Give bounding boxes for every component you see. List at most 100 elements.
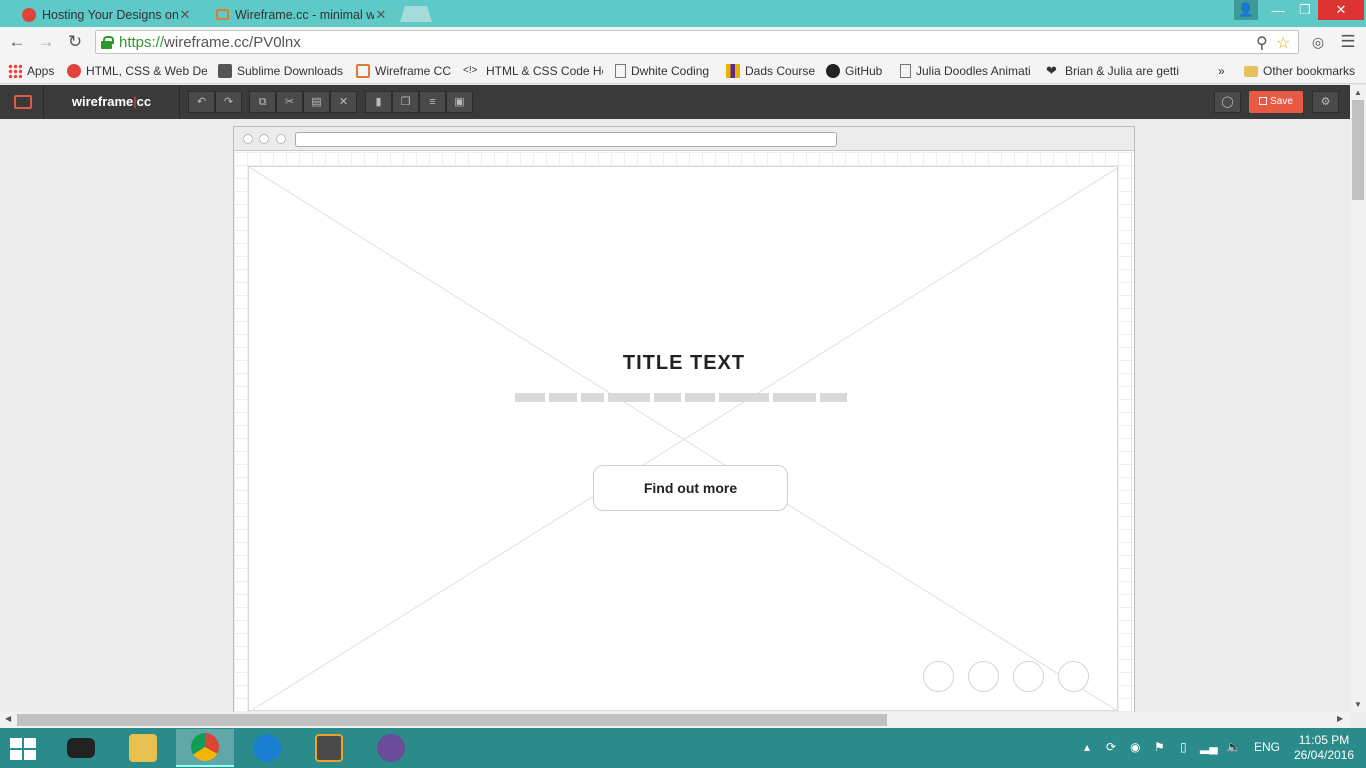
comment-button[interactable]: ◯: [1214, 91, 1241, 113]
vertical-scroll-thumb[interactable]: [1352, 100, 1364, 200]
heart-icon: ❤: [1046, 63, 1057, 78]
chrome-menu-icon[interactable]: ☰: [1336, 31, 1360, 53]
forward-icon[interactable]: →: [34, 31, 58, 53]
restore-button[interactable]: ❐: [1292, 0, 1318, 20]
scroll-down-arrow-icon[interactable]: ▼: [1350, 700, 1366, 709]
bookmark-html-css[interactable]: HTML, CSS & Web De: [67, 62, 207, 80]
volume-icon[interactable]: 🔈: [1226, 740, 1241, 754]
horizontal-scroll-thumb[interactable]: [17, 714, 887, 726]
bookmark-label: Julia Doodles Animati: [916, 64, 1031, 78]
reload-icon[interactable]: ↻: [63, 31, 87, 53]
circle-placeholder[interactable]: [1013, 661, 1044, 692]
user-profile-icon[interactable]: 👤: [1234, 0, 1258, 20]
image-placeholder[interactable]: TITLE TEXT Find out more: [248, 166, 1119, 712]
tab-wireframe[interactable]: Wireframe.cc - minimal w ✕: [200, 2, 398, 27]
system-clock[interactable]: 11:05 PM 26/04/2016: [1292, 733, 1356, 763]
bookmark-apps[interactable]: Apps: [8, 62, 54, 80]
align-button[interactable]: ≡: [419, 91, 446, 113]
url-scheme: https://: [119, 33, 165, 51]
close-tab-icon[interactable]: ✕: [374, 7, 388, 23]
folder-icon: [1244, 65, 1258, 77]
flag-tray-icon[interactable]: ⚑: [1154, 740, 1165, 754]
apps-grid-icon: [8, 64, 22, 78]
bookmarks-overflow-button[interactable]: »: [1218, 62, 1225, 80]
close-tab-icon[interactable]: ✕: [178, 7, 192, 23]
bookmark-label: Dads Course: [745, 64, 816, 78]
scroll-right-arrow-icon[interactable]: ▶: [1337, 714, 1343, 723]
paste-button[interactable]: ▤: [303, 91, 330, 113]
telstra-app-icon[interactable]: [238, 729, 296, 767]
delete-button[interactable]: ✕: [330, 91, 357, 113]
camera-app-icon[interactable]: [52, 729, 110, 767]
bookmark-code-help[interactable]: <!> HTML & CSS Code He: [463, 62, 603, 80]
page-icon: [900, 64, 911, 78]
settings-icon[interactable]: ⚙: [1312, 91, 1339, 113]
file-explorer-icon[interactable]: [114, 729, 172, 767]
bookmark-dads-course[interactable]: Dads Course: [726, 62, 815, 80]
save-label: Save: [1270, 96, 1293, 107]
back-icon[interactable]: ←: [5, 31, 29, 53]
chrome-taskbar-icon[interactable]: [176, 729, 234, 767]
circle-placeholder[interactable]: [1058, 661, 1089, 692]
circle-placeholder[interactable]: [923, 661, 954, 692]
lock-icon: [101, 36, 114, 49]
bookmark-github[interactable]: GitHub: [826, 62, 882, 80]
zoom-icon[interactable]: ⚲: [1256, 33, 1268, 53]
bookmark-label: Brian & Julia are getti: [1065, 64, 1180, 78]
find-out-more-button[interactable]: Find out more: [593, 465, 788, 511]
vertical-scrollbar[interactable]: ▲ ▼: [1350, 85, 1366, 712]
windows-taskbar: ▴ ⟳ ◉ ⚑ ▯ ▂▄ 🔈 ENG 11:05 PM 26/04/2016: [0, 728, 1366, 768]
github-desktop-icon[interactable]: [362, 729, 420, 767]
cut-button[interactable]: ✂: [276, 91, 303, 113]
wireframe-title[interactable]: TITLE TEXT: [249, 352, 1119, 375]
bookmark-label: Wireframe CC: [375, 64, 452, 78]
bookmark-label: GitHub: [845, 64, 883, 78]
tab-hosting-designs[interactable]: Hosting Your Designs on ✕: [6, 2, 202, 27]
scroll-up-arrow-icon[interactable]: ▲: [1350, 88, 1366, 97]
extension-icon[interactable]: ◎: [1306, 31, 1330, 53]
frame-dot: [243, 134, 253, 144]
group-button[interactable]: ▣: [446, 91, 473, 113]
redo-button[interactable]: ↷: [215, 91, 242, 113]
wireframe-icon: [356, 64, 370, 78]
arrange-button[interactable]: ❐: [392, 91, 419, 113]
bookmark-label: HTML, CSS & Web De: [86, 64, 207, 78]
minimize-button[interactable]: —: [1264, 0, 1292, 20]
circle-placeholder[interactable]: [968, 661, 999, 692]
address-bar-row: ← → ↻ https://wireframe.cc/PV0lnx ⚲ ☆ ◎ …: [0, 27, 1366, 58]
stencil-menu-button[interactable]: [0, 85, 44, 119]
network-sync-icon[interactable]: ⟳: [1106, 740, 1116, 754]
windows-start-icon[interactable]: [10, 738, 38, 760]
lock-button[interactable]: ▮: [365, 91, 392, 113]
canvas-workspace[interactable]: TITLE TEXT Find out more: [0, 119, 1350, 712]
battery-icon[interactable]: ▯: [1180, 740, 1187, 754]
sublime-text-icon[interactable]: [300, 729, 358, 767]
language-indicator[interactable]: ENG: [1254, 740, 1280, 754]
save-button[interactable]: Save: [1249, 91, 1303, 113]
url-input[interactable]: https://wireframe.cc/PV0lnx ⚲ ☆: [95, 30, 1299, 54]
bookmark-wireframe[interactable]: Wireframe CC: [356, 62, 451, 80]
bookmark-dwhite[interactable]: Dwhite Coding: [615, 62, 709, 80]
copy-button[interactable]: ⧉: [249, 91, 276, 113]
horizontal-scrollbar[interactable]: ◀ ▶: [0, 712, 1350, 728]
wifi-icon[interactable]: ▂▄: [1200, 740, 1218, 754]
bookmark-sublime[interactable]: Sublime Downloads: [218, 62, 343, 80]
scroll-left-arrow-icon[interactable]: ◀: [5, 714, 11, 723]
close-window-button[interactable]: ✕: [1318, 0, 1364, 20]
bookmark-label: HTML & CSS Code He: [486, 64, 603, 78]
bookmark-julia-doodles[interactable]: Julia Doodles Animati: [900, 62, 1035, 80]
chrome-tray-icon[interactable]: ◉: [1130, 740, 1140, 754]
bookmark-label: Dwhite Coding: [631, 64, 710, 78]
clock-time: 11:05 PM: [1298, 733, 1350, 747]
new-tab-button[interactable]: [400, 6, 432, 22]
frame-dot: [276, 134, 286, 144]
bookmark-brian-julia[interactable]: ❤ Brian & Julia are getti: [1046, 62, 1186, 80]
other-bookmarks[interactable]: Other bookmarks: [1244, 62, 1355, 80]
browser-frame-stencil[interactable]: TITLE TEXT Find out more: [233, 126, 1135, 712]
undo-button[interactable]: ↶: [188, 91, 215, 113]
course-icon: [726, 64, 740, 78]
browser-tab-strip: Hosting Your Designs on ✕ Wireframe.cc -…: [0, 0, 1366, 27]
tray-overflow-icon[interactable]: ▴: [1084, 740, 1090, 754]
bookmarks-bar: Apps HTML, CSS & Web De Sublime Download…: [0, 58, 1366, 84]
star-bookmark-icon[interactable]: ☆: [1276, 33, 1290, 53]
